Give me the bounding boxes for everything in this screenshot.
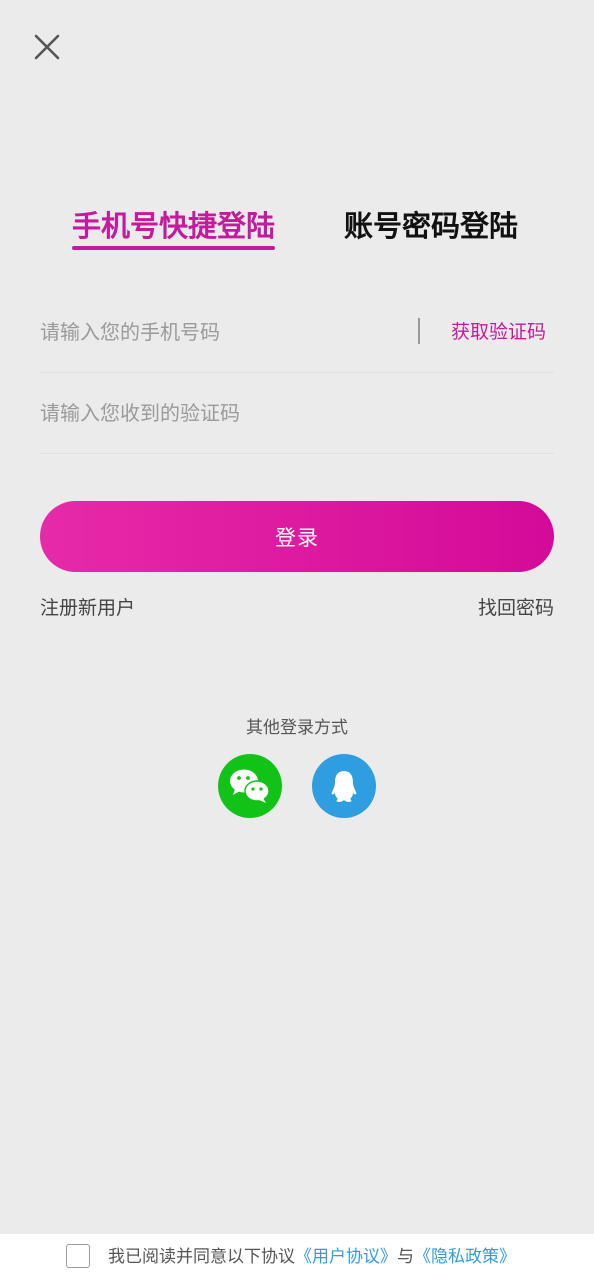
- wechat-login-button[interactable]: [218, 754, 282, 818]
- tab-account-login-label: 账号密码登陆: [344, 209, 519, 243]
- active-tab-underline: [72, 246, 276, 250]
- wechat-icon: [230, 769, 270, 803]
- forgot-password-link[interactable]: 找回密码: [478, 594, 554, 622]
- agreement-text: 我已阅读并同意以下协议《用户协议》与《隐私政策》: [108, 1234, 516, 1280]
- agreement-footer: 我已阅读并同意以下协议《用户协议》与《隐私政策》: [0, 1234, 594, 1280]
- other-login-title: 其他登录方式: [246, 718, 348, 738]
- vertical-divider: [418, 318, 420, 344]
- verification-code-input[interactable]: [40, 373, 540, 453]
- login-button-label: 登录: [275, 525, 319, 550]
- qq-login-button[interactable]: [312, 754, 376, 818]
- tab-phone-login-label: 手机号快捷登陆: [72, 209, 276, 243]
- code-field-row: [40, 373, 554, 454]
- tab-phone-login[interactable]: 手机号快捷登陆: [72, 204, 276, 252]
- phone-field-row: 获取验证码: [40, 292, 554, 373]
- agreement-prefix: 我已阅读并同意以下协议: [108, 1247, 295, 1267]
- close-button[interactable]: [26, 26, 68, 68]
- close-icon: [34, 34, 60, 60]
- tab-account-login[interactable]: 账号密码登陆: [344, 204, 518, 252]
- qq-icon: [331, 771, 357, 802]
- login-button[interactable]: 登录: [40, 501, 554, 572]
- phone-input[interactable]: [40, 292, 400, 372]
- user-agreement-link[interactable]: 《用户协议》: [295, 1247, 397, 1267]
- privacy-policy-link[interactable]: 《隐私政策》: [414, 1247, 516, 1267]
- get-code-button[interactable]: 获取验证码: [451, 292, 546, 372]
- register-link[interactable]: 注册新用户: [40, 594, 135, 622]
- agreement-checkbox[interactable]: [66, 1244, 90, 1268]
- agreement-and: 与: [397, 1247, 414, 1267]
